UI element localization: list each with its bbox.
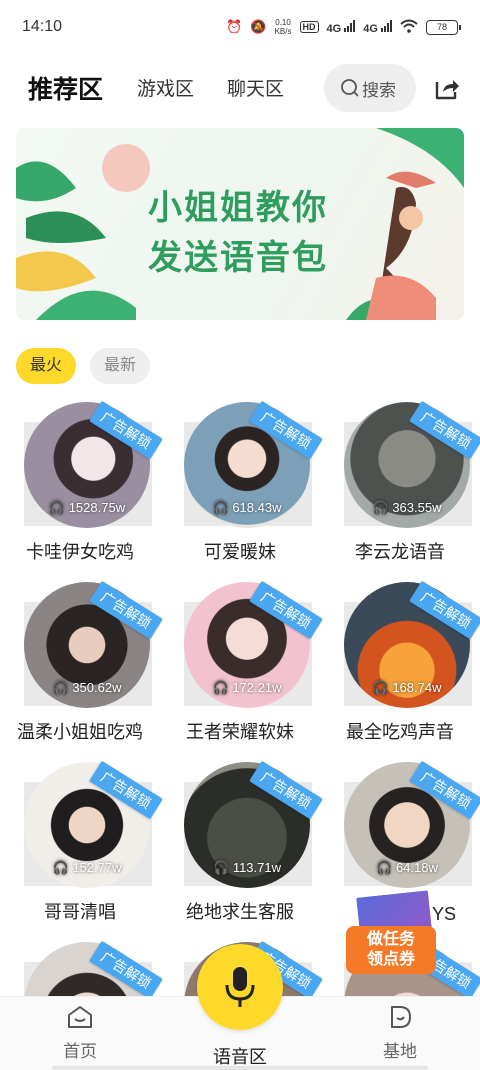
nav-base[interactable]: 基地 [350,1003,450,1062]
headphones-icon: 🎧 [376,860,393,875]
avatar-container: 🎧 1528.75w 广告解锁 [24,400,163,528]
voice-pack-card[interactable]: 🎧 152.77w 广告解锁 哥哥清唱 [0,756,163,936]
card-title: 王者荣耀软妹 [186,722,294,742]
headphones-icon: 🎧 [52,680,69,695]
hd-icon: HD [299,21,319,33]
status-time: 14:10 [22,18,63,35]
status-bar: 14:10 ⏰ 🔕 0.10 KB/s HD 4G 4G 78 [0,0,480,54]
status-icons: ⏰ 🔕 0.10 KB/s HD 4G 4G 78 [226,18,461,36]
play-count: 🎧 152.77w [52,860,122,875]
voice-pack-card[interactable]: 🎧 168.74w 广告解锁 最全吃鸡声音 [320,576,480,756]
voice-area-button[interactable] [197,944,283,1030]
tab-game[interactable]: 游戏区 [137,74,194,101]
play-count: 🎧 172.21w [212,680,282,695]
avatar-container: 🎧 618.43w 广告解锁 [184,400,323,528]
battery-icon: 78 [426,19,461,35]
search-label: 搜索 [362,80,396,100]
nav-home[interactable]: 首页 [30,1003,130,1062]
mute-icon: 🔕 [250,19,267,34]
card-title: 绝地求生客服 [186,902,294,922]
sort-filters: 最火 最新 [16,348,151,384]
avatar-container: 🎧 172.21w 广告解锁 [184,580,323,708]
headphones-icon: 🎧 [48,500,66,515]
nav-base-label: 基地 [383,1042,417,1061]
tab-chat[interactable]: 聊天区 [227,74,284,101]
avatar-container: 广告解锁 [24,940,163,996]
signal-4g-1: 4G [327,19,356,35]
avatar-container: 🎧 350.62w 广告解锁 [24,580,163,708]
headphones-icon: 🎧 [212,500,229,515]
microphone-icon [225,967,255,1007]
voice-pack-card[interactable]: 🎧 172.21w 广告解锁 王者荣耀软妹 [160,576,323,756]
card-title: 可爱暖妹 [204,542,276,562]
play-count: 🎧 618.43w [212,500,282,515]
card-title: 卡哇伊女吃鸡 [26,542,134,562]
play-count: 🎧 64.18w [376,860,438,875]
play-count: 🎧 363.55w [372,500,442,515]
net-speed: 0.10 KB/s [274,18,292,36]
play-count: 🎧 1528.75w [48,500,126,515]
alarm-icon: ⏰ [226,19,243,34]
headphones-icon: 🎧 [372,500,389,515]
promo-side-text: YS [432,904,457,924]
card-title: 哥哥清唱 [44,902,116,922]
play-count: 🎧 113.71w [213,860,281,875]
signal-bars-icon [344,19,356,32]
home-indicator [52,1066,428,1070]
home-icon [68,1006,92,1028]
filter-new[interactable]: 最新 [90,348,151,384]
promo-banner[interactable]: 小姐姐教你 发送语音包 [16,128,464,320]
avatar-container: 🎧 152.77w 广告解锁 [24,760,163,888]
filter-hot[interactable]: 最火 [16,348,77,384]
avatar-container: 🎧 363.55w 广告解锁 [344,400,480,528]
banner-title-line1: 小姐姐教你 [148,189,328,227]
headphones-icon: 🎧 [213,860,230,875]
headphones-icon: 🎧 [212,680,229,695]
headphones-icon: 🎧 [372,680,389,695]
top-nav: 推荐区 游戏区 聊天区 搜索 [0,64,480,114]
signal-4g-2: 4G [363,19,392,35]
task-coupon-promo[interactable]: YS 做任务 领点券 [336,888,456,982]
promo-ribbon: 做任务 领点券 [346,926,436,974]
search-button[interactable]: 搜索 [324,64,416,112]
card-title: 最全吃鸡声音 [346,722,454,742]
avatar-container: 🎧 113.71w 广告解锁 [184,760,323,888]
voice-pack-card[interactable]: 广告解锁 [0,936,163,996]
voice-pack-card[interactable]: 🎧 1528.75w 广告解锁 卡哇伊女吃鸡 [0,396,163,576]
banner-title-line2: 发送语音包 [148,239,328,277]
share-icon[interactable] [433,74,461,102]
card-title: 温柔小姐姐吃鸡 [17,722,143,742]
base-icon [391,1006,411,1028]
play-count: 🎧 350.62w [52,680,122,695]
search-icon [341,79,359,97]
voice-pack-card[interactable]: 🎧 113.71w 广告解锁 绝地求生客服 [160,756,323,936]
voice-pack-card[interactable]: 🎧 618.43w 广告解锁 可爱暖妹 [160,396,323,576]
nav-home-label: 首页 [63,1042,97,1061]
headphones-icon: 🎧 [52,860,69,875]
voice-pack-card[interactable]: 🎧 350.62w 广告解锁 温柔小姐姐吃鸡 [0,576,163,756]
voice-pack-card[interactable]: 🎧 363.55w 广告解锁 李云龙语音 [320,396,480,576]
avatar-container: 🎧 168.74w 广告解锁 [344,580,480,708]
card-title: 李云龙语音 [355,542,445,562]
tab-recommend[interactable]: 推荐区 [25,70,113,106]
play-count: 🎧 168.74w [372,680,442,695]
avatar-container: 🎧 64.18w 广告解锁 [344,760,480,888]
signal-bars-icon [381,19,392,32]
wifi-icon [400,19,418,36]
